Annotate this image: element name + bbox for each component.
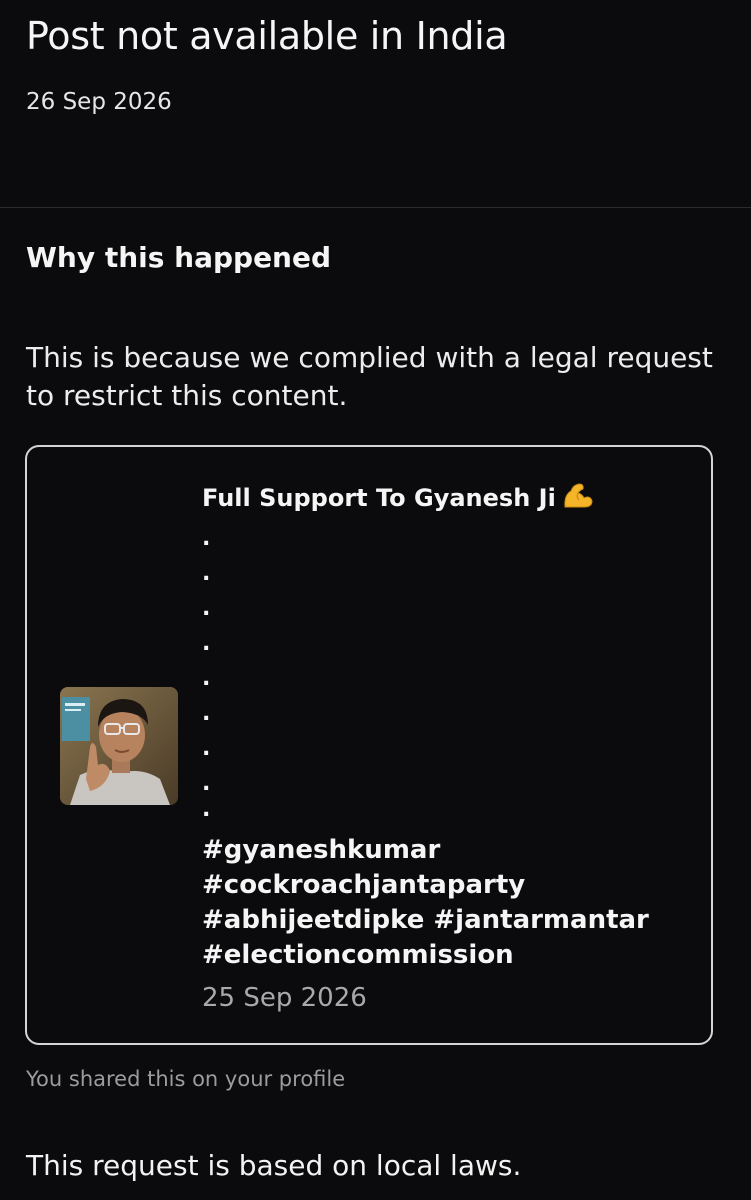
notice-date: 26 Sep 2026 [26, 89, 172, 115]
notice-header: Post not available in India 26 Sep 2026 [0, 0, 751, 208]
caption-dot: . [202, 666, 211, 691]
caption-dot: . [202, 596, 211, 621]
caption-dots: . . . . . . . . . [202, 521, 692, 823]
post-thumbnail[interactable] [60, 687, 178, 805]
reason-explanation: This is because we complied with a legal… [26, 341, 713, 412]
caption-dot: . [202, 526, 211, 551]
post-date: 25 Sep 2026 [202, 983, 367, 1013]
caption-dot: . [202, 701, 211, 726]
caption-dot: . [202, 561, 211, 586]
page-title: Post not available in India [26, 14, 508, 58]
caption-dot: . [202, 771, 211, 796]
flexed-biceps-icon [562, 481, 594, 515]
local-laws-note: This request is based on local laws. [26, 1149, 522, 1182]
caption-dot: . [202, 736, 211, 761]
restricted-post-card[interactable]: Full Support To Gyanesh Ji . . . . . . .… [25, 445, 713, 1045]
post-caption: Full Support To Gyanesh Ji [202, 481, 692, 515]
post-thumbnail-image [60, 687, 178, 805]
post-hashtags: #gyaneshkumar #cockroachjantaparty #abhi… [202, 835, 649, 970]
post-content: Full Support To Gyanesh Ji . . . . . . .… [202, 481, 692, 1013]
post-caption-text: Full Support To Gyanesh Ji [202, 484, 556, 512]
reason-heading: Why this happened [26, 241, 332, 274]
caption-dot: . [202, 631, 211, 656]
restricted-post-page: Post not available in India 26 Sep 2026 … [0, 0, 751, 1200]
shared-note: You shared this on your profile [26, 1067, 346, 1091]
caption-dot: . [202, 797, 211, 822]
